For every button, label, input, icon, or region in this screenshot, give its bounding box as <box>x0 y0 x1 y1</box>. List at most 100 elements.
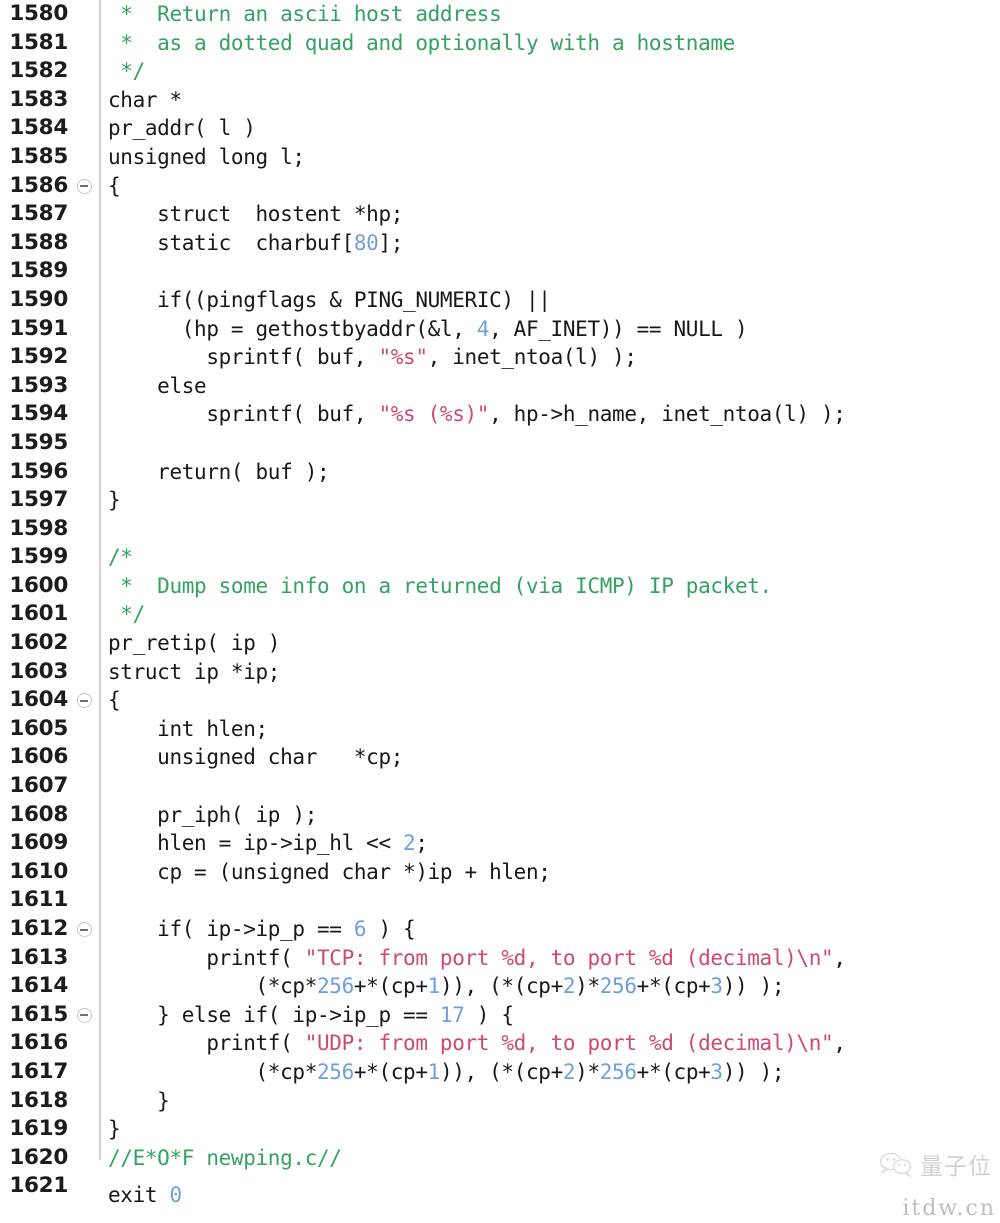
code-line[interactable]: 1583 char * <box>0 86 1000 115</box>
code-text[interactable]: cp = (unsigned char *)ip + hlen; <box>108 858 551 887</box>
code-line[interactable]: 1617 (*cp*256+*(cp+1)), (*(cp+2)*256+*(c… <box>0 1058 1000 1087</box>
number-token: 256 <box>599 974 637 999</box>
code-text[interactable]: } <box>108 486 121 515</box>
line-number: 1606 <box>9 744 68 770</box>
code-token: } <box>108 1117 121 1142</box>
code-line[interactable]: 1603 struct ip *ip; <box>0 658 1000 687</box>
code-line[interactable]: 1586 { <box>0 172 1000 201</box>
code-line[interactable]: 1610 cp = (unsigned char *)ip + hlen; <box>0 858 1000 887</box>
code-line[interactable]: 1606 unsigned char *cp; <box>0 743 1000 772</box>
code-line[interactable]: 1587 struct hostent *hp; <box>0 200 1000 229</box>
code-text[interactable]: { <box>108 686 121 715</box>
line-number: 1595 <box>9 429 68 455</box>
code-line[interactable]: 1581 * as a dotted quad and optionally w… <box>0 29 1000 58</box>
line-number: 1610 <box>9 858 68 884</box>
code-text[interactable]: * Dump some info on a returned (via ICMP… <box>108 572 772 601</box>
code-fold-minus-icon[interactable] <box>77 693 92 709</box>
code-text[interactable]: sprintf( buf, "%s (%s)", hp->h_name, ine… <box>108 400 846 429</box>
code-text[interactable]: printf( "UDP: from port %d, to port %d (… <box>108 1029 846 1058</box>
code-line[interactable]: 1601 */ <box>0 600 1000 629</box>
code-line[interactable]: 1614 (*cp*256+*(cp+1)), (*(cp+2)*256+*(c… <box>0 972 1000 1001</box>
code-line[interactable]: 1594 sprintf( buf, "%s (%s)", hp->h_name… <box>0 400 1000 429</box>
code-text[interactable]: (hp = gethostbyaddr(&l, 4, AF_INET)) == … <box>108 315 748 344</box>
code-text[interactable]: if( ip->ip_p == 6 ) { <box>108 915 416 944</box>
code-text[interactable]: } else if( ip->ip_p == 17 ) { <box>108 1001 514 1030</box>
code-line[interactable]: 1592 sprintf( buf, "%s", inet_ntoa(l) ); <box>0 343 1000 372</box>
code-line[interactable]: 1602 pr_retip( ip ) <box>0 629 1000 658</box>
code-text[interactable]: struct hostent *hp; <box>108 200 403 229</box>
code-line[interactable]: 1582 */ <box>0 57 1000 86</box>
line-number: 1599 <box>9 544 68 570</box>
code-token: static charbuf[ <box>108 230 354 255</box>
code-line[interactable]: 1604 { <box>0 686 1000 715</box>
code-text[interactable]: } <box>108 1115 121 1144</box>
code-line[interactable]: 1590 if((pingflags & PING_NUMERIC) || <box>0 286 1000 315</box>
code-line[interactable]: 1607 <box>0 772 1000 801</box>
watermark: 量子位 <box>879 1147 992 1181</box>
code-text[interactable]: (*cp*256+*(cp+1)), (*(cp+2)*256+*(cp+3))… <box>108 972 785 1001</box>
comment-token: */ <box>108 59 145 84</box>
code-token: if( ip->ip_p == <box>108 917 354 941</box>
code-text[interactable]: if((pingflags & PING_NUMERIC) || <box>108 286 551 315</box>
code-text[interactable]: int hlen; <box>108 715 268 744</box>
code-token: )* <box>575 974 600 999</box>
code-line[interactable]: 1615 } else if( ip->ip_p == 17 ) { <box>0 1001 1000 1030</box>
code-token: { <box>108 688 121 713</box>
code-text[interactable]: hlen = ip->ip_hl << 2; <box>108 829 428 858</box>
code-line[interactable]: 1608 pr_iph( ip ); <box>0 801 1000 830</box>
code-text[interactable]: printf( "TCP: from port %d, to port %d (… <box>108 944 846 973</box>
code-fold-minus-icon[interactable] <box>77 922 92 937</box>
code-line[interactable]: 1599 /* <box>0 543 1000 572</box>
code-fold-minus-icon[interactable] <box>77 1007 92 1023</box>
code-line[interactable]: 1591 (hp = gethostbyaddr(&l, 4, AF_INET)… <box>0 315 1000 344</box>
code-text[interactable]: (*cp*256+*(cp+1)), (*(cp+2)*256+*(cp+3))… <box>108 1058 785 1087</box>
code-token: int hlen; <box>108 716 268 741</box>
code-line[interactable]: 1620 //E*O*F newping.c// <box>0 1144 1000 1173</box>
code-text[interactable]: { <box>108 172 121 201</box>
code-text[interactable]: return( buf ); <box>108 458 329 487</box>
code-text[interactable]: */ <box>108 600 145 629</box>
code-line[interactable]: 1593 else <box>0 372 1000 401</box>
code-text[interactable]: /* <box>108 543 133 572</box>
code-line[interactable]: 1589 <box>0 257 1000 286</box>
code-text[interactable]: static charbuf[80]; <box>108 229 403 258</box>
code-token: (*cp* <box>108 974 318 999</box>
comment-token: * as a dotted quad and optionally with a… <box>108 30 735 55</box>
code-text[interactable]: pr_addr( l ) <box>108 114 256 143</box>
code-text[interactable]: * as a dotted quad and optionally with a… <box>108 29 735 58</box>
code-line[interactable]: 1613 printf( "TCP: from port %d, to port… <box>0 944 1000 973</box>
code-text[interactable]: unsigned char *cp; <box>108 743 403 772</box>
code-text[interactable]: unsigned long l; <box>108 143 305 172</box>
code-line[interactable]: 1588 static charbuf[80]; <box>0 229 1000 258</box>
code-line[interactable]: 1618 } <box>0 1087 1000 1116</box>
code-token: else <box>108 373 207 398</box>
code-line[interactable]: 1597} <box>0 486 1000 515</box>
number-token: 3 <box>710 1059 723 1084</box>
code-token: )) ); <box>722 974 785 999</box>
code-text[interactable]: else <box>108 372 207 401</box>
code-text[interactable]: //E*O*F newping.c// <box>108 1144 342 1173</box>
string-token: "UDP: from port %d, to port %d (decimal)… <box>304 1031 834 1056</box>
code-line[interactable]: 1600 * Dump some info on a returned (via… <box>0 572 1000 601</box>
code-text[interactable]: */ <box>108 57 145 86</box>
code-line[interactable]: 1596 return( buf ); <box>0 458 1000 487</box>
code-line[interactable]: 1611 <box>0 886 1000 915</box>
code-fold-minus-icon[interactable] <box>77 178 92 194</box>
code-text[interactable]: pr_retip( ip ) <box>108 629 280 658</box>
code-line[interactable]: 1584 pr_addr( l ) <box>0 114 1000 143</box>
code-line[interactable]: 1598 <box>0 515 1000 544</box>
code-line[interactable]: 1619} <box>0 1115 1000 1144</box>
code-line[interactable]: 1580 * Return an ascii host address <box>0 0 1000 29</box>
code-text[interactable]: pr_iph( ip ); <box>108 801 317 830</box>
code-line[interactable]: 1595 <box>0 429 1000 458</box>
code-line[interactable]: 1605 int hlen; <box>0 715 1000 744</box>
code-text[interactable]: sprintf( buf, "%s", inet_ntoa(l) ); <box>108 343 637 372</box>
code-line[interactable]: 1612 if( ip->ip_p == 6 ) { <box>0 915 1000 944</box>
code-line[interactable]: 1616 printf( "UDP: from port %d, to port… <box>0 1029 1000 1058</box>
code-text[interactable]: char * <box>108 86 182 115</box>
code-line[interactable]: 1609 hlen = ip->ip_hl << 2; <box>0 829 1000 858</box>
code-text[interactable]: * Return an ascii host address <box>108 0 501 29</box>
code-text[interactable]: struct ip *ip; <box>108 658 280 687</box>
code-line[interactable]: 1585 unsigned long l; <box>0 143 1000 172</box>
code-text[interactable]: } <box>108 1087 170 1116</box>
